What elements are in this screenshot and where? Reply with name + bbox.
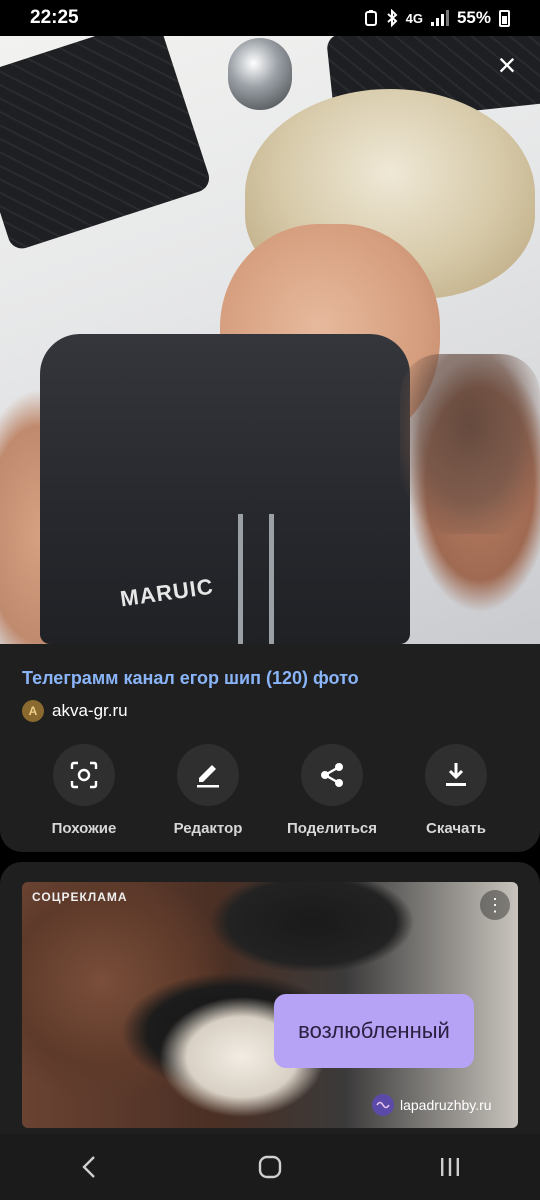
arm-tattoo [400,354,540,534]
pencil-icon [177,744,239,806]
status-bar: 22:25 4G 55% [0,0,540,36]
close-button[interactable]: × [488,46,526,84]
ad-domain-text: lapadruzhby.ru [400,1097,492,1113]
status-time: 22:25 [30,7,79,28]
result-title-link[interactable]: Телеграмм канал егор шип (120) фото [22,668,359,689]
share-icon [301,744,363,806]
similar-label: Похожие [51,820,117,837]
source-domain: akva-gr.ru [52,701,128,720]
download-icon [425,744,487,806]
editor-label: Редактор [173,820,243,837]
chrome-cleat [228,38,292,110]
main-image[interactable]: MARUIC [0,34,540,644]
deck-pad-left [0,34,213,253]
ad-tag: СОЦРЕКЛАМА [32,890,128,904]
signal-icon [430,10,449,26]
download-button[interactable]: Скачать [394,744,518,837]
home-icon[interactable] [240,1147,300,1187]
site-favicon-icon: A [22,700,44,722]
action-row: Похожие Редактор Поделиться Скачать [0,744,540,837]
ad-caption: возлюбленный [274,994,474,1068]
lens-search-icon [53,744,115,806]
back-icon[interactable] [60,1147,120,1187]
status-icons: 4G 55% [364,8,510,28]
system-nav-bar [0,1134,540,1200]
share-button[interactable]: Поделиться [270,744,394,837]
editor-button[interactable]: Редактор [146,744,270,837]
more-options-icon[interactable]: ⋮ [480,890,510,920]
vest-zipper [238,514,274,644]
share-label: Поделиться [286,820,378,837]
ad-card: СОЦРЕКЛАМА ⋮ возлюбленный lapadruzhby.ru [0,862,540,1152]
battery-percent: 55% [456,8,491,27]
vest [40,334,410,644]
similar-button[interactable]: Похожие [22,744,146,837]
recent-apps-icon[interactable] [420,1147,480,1187]
image-info-card: Телеграмм канал егор шип (120) фото A ak… [0,644,540,852]
battery-saver-icon [364,10,377,26]
network-type: 4G [405,10,423,26]
battery-icon [499,9,510,27]
download-label: Скачать [426,820,486,837]
result-source[interactable]: A akva-gr.ru [22,700,128,722]
ad-domain: lapadruzhby.ru [372,1094,492,1116]
ad-logo-icon [372,1094,394,1116]
ad-image[interactable]: СОЦРЕКЛАМА ⋮ возлюбленный lapadruzhby.ru [22,882,518,1128]
bluetooth-icon [386,9,398,27]
